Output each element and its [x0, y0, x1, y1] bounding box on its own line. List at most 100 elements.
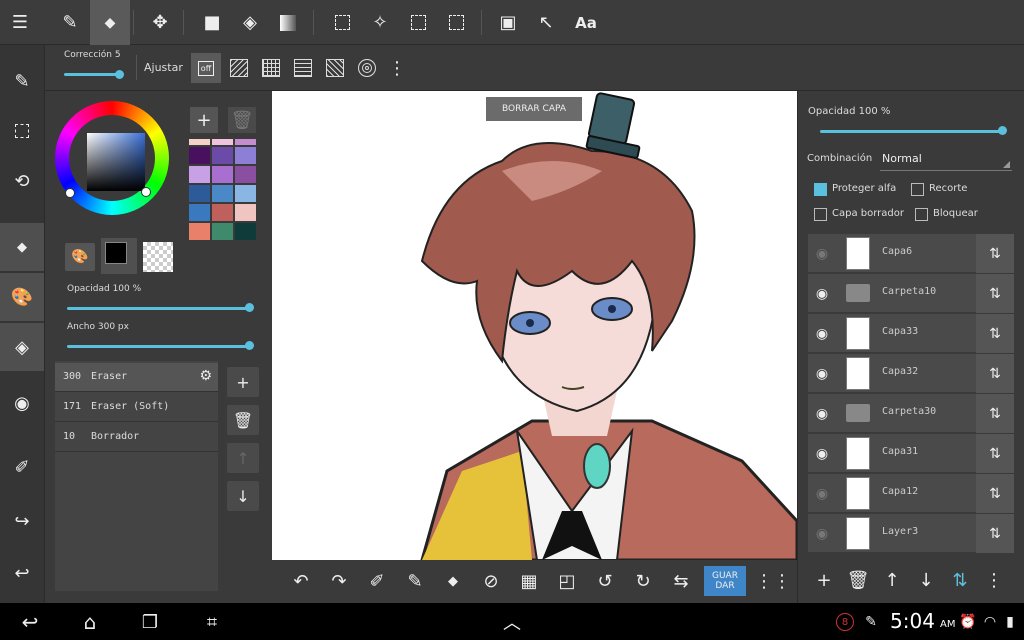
palette-swatch[interactable] [189, 139, 210, 145]
add-color-button[interactable]: + [190, 107, 218, 133]
flip-icon[interactable]: ⇆ [666, 566, 696, 596]
layer-move-icon[interactable]: ⇅ [976, 274, 1014, 313]
notification-badge[interactable]: 8 [836, 613, 854, 631]
layer-move-icon[interactable]: ⇅ [976, 234, 1014, 273]
eye-icon[interactable]: ◉ [808, 234, 836, 273]
material-panel-button[interactable]: ◉ [0, 379, 44, 427]
reorder-layers-button[interactable]: ⇅ [944, 565, 976, 595]
brush-panel-button[interactable]: ◆ [0, 223, 44, 271]
palette-swatch[interactable] [235, 139, 256, 145]
correction-slider-knob[interactable] [115, 70, 124, 79]
drawing-canvas[interactable]: BORRAR CAPA [272, 91, 797, 560]
undo-button[interactable]: ↩ [0, 549, 44, 597]
eye-icon[interactable]: ◉ [808, 474, 836, 513]
move-brush-up-button[interactable]: ↑ [227, 443, 259, 473]
pen-tool-button[interactable]: ✎ [50, 0, 90, 45]
layer-move-icon[interactable]: ⇅ [976, 514, 1014, 553]
layer-row[interactable]: ◉ Layer3 ⇅ [808, 514, 1014, 553]
palette-swatch[interactable] [189, 185, 210, 202]
protect-alpha-checkbox[interactable] [814, 183, 827, 196]
palette-swatch[interactable] [212, 139, 233, 145]
delete-brush-button[interactable]: 🗑 [227, 405, 259, 435]
bucket-tool-button[interactable]: ◈ [230, 0, 270, 45]
undo-icon[interactable]: ↶ [286, 566, 316, 596]
clipping-checkbox[interactable] [911, 183, 924, 196]
chevron-up-icon[interactable]: ︿ [492, 607, 532, 637]
magic-wand-tool-button[interactable]: ✧ [360, 0, 400, 45]
more-options-icon[interactable]: ⋮ [387, 53, 407, 83]
home-icon[interactable]: ⌂ [70, 607, 110, 637]
deselect-icon[interactable]: ⊘ [476, 566, 506, 596]
select-rect-tool-button[interactable] [322, 0, 362, 45]
eye-icon[interactable]: ◉ [808, 394, 836, 433]
pen-icon[interactable]: ✎ [400, 566, 430, 596]
saturation-square[interactable] [87, 133, 145, 191]
gradient-tool-button[interactable] [268, 0, 308, 45]
add-brush-button[interactable]: + [227, 367, 259, 397]
palette-swatch[interactable] [189, 166, 210, 183]
layer-adjust-tool-button[interactable]: ▣ [488, 0, 528, 45]
layer-move-icon[interactable]: ⇅ [976, 314, 1014, 353]
layer-row[interactable]: ◉ Capa12 ⇅ [808, 474, 1014, 513]
palette-swatch[interactable] [212, 223, 233, 240]
layer-row[interactable]: ◉ Capa33 ⇅ [808, 314, 1014, 353]
palette-swatch[interactable] [189, 147, 210, 164]
eye-icon[interactable]: ◉ [808, 514, 836, 553]
move-layer-down-button[interactable]: ↓ [910, 565, 942, 595]
layer-move-icon[interactable]: ⇅ [976, 354, 1014, 393]
layer-menu-button[interactable]: ⋮ [978, 565, 1010, 595]
invert-selection-icon[interactable]: ◰ [552, 566, 582, 596]
move-brush-down-button[interactable]: ↓ [227, 481, 259, 511]
eye-icon[interactable]: ◉ [808, 274, 836, 313]
palette-toggle-button[interactable]: 🎨 [65, 243, 95, 271]
palette-swatch[interactable] [235, 166, 256, 183]
palette-swatch[interactable] [189, 223, 210, 240]
delete-color-button[interactable]: 🗑 [228, 107, 256, 133]
pointer-tool-button[interactable]: ↖ [526, 0, 566, 45]
brush-width-knob[interactable] [245, 341, 254, 350]
snap-parallel-button[interactable] [225, 53, 253, 83]
layer-move-icon[interactable]: ⇅ [976, 394, 1014, 433]
eyedropper-button[interactable]: ✐ [0, 443, 44, 491]
select-all-icon[interactable]: ▦ [514, 566, 544, 596]
correction-slider[interactable] [64, 73, 120, 76]
grid-menu-icon[interactable]: ⋮⋮ [755, 566, 791, 596]
layer-opacity-knob[interactable] [998, 126, 1007, 135]
palette-swatch[interactable] [235, 204, 256, 221]
redo-icon[interactable]: ↷ [324, 566, 354, 596]
move-tool-button[interactable]: ✥ [140, 0, 180, 45]
sv-knob[interactable] [141, 187, 151, 197]
text-tool-button[interactable]: Aa [566, 0, 606, 45]
palette-swatch[interactable] [235, 147, 256, 164]
eye-icon[interactable]: ◉ [808, 354, 836, 393]
brush-row[interactable]: 171 Eraser (Soft) [55, 393, 218, 422]
snap-off-button[interactable]: off [191, 53, 221, 83]
redo-button[interactable]: ↪ [0, 497, 44, 545]
palette-swatch[interactable] [212, 147, 233, 164]
brush-opacity-knob[interactable] [245, 303, 254, 312]
transparent-color-button[interactable] [143, 242, 173, 272]
snap-radial-button[interactable] [321, 53, 349, 83]
color-panel-button[interactable]: 🎨 [0, 273, 44, 321]
gear-icon[interactable]: ⚙ [199, 368, 212, 384]
eye-icon[interactable]: ◉ [808, 434, 836, 473]
back-icon[interactable]: ↩ [10, 607, 50, 637]
palette-swatch[interactable] [212, 185, 233, 202]
add-layer-button[interactable]: + [808, 565, 840, 595]
hue-knob[interactable] [65, 188, 75, 198]
fill-rect-tool-button[interactable]: ■ [192, 0, 232, 45]
layer-row[interactable]: ◉ Capa6 ⇅ [808, 234, 1014, 273]
layer-move-icon[interactable]: ⇅ [976, 434, 1014, 473]
layer-row[interactable]: ◉ Carpeta30 ⇅ [808, 394, 1014, 433]
palette-swatch[interactable] [235, 185, 256, 202]
edit-canvas-button[interactable]: ✎ [0, 57, 44, 105]
eyedropper-icon[interactable]: ✐ [362, 566, 392, 596]
palette-swatch[interactable] [212, 166, 233, 183]
rotate-right-icon[interactable]: ↻ [628, 566, 658, 596]
blend-mode-select[interactable]: Normal [880, 149, 1012, 171]
snap-perspective-button[interactable] [289, 53, 317, 83]
layer-move-icon[interactable]: ⇅ [976, 474, 1014, 513]
delete-layer-button[interactable]: 🗑 [842, 565, 874, 595]
snap-grid-button[interactable] [257, 53, 285, 83]
palette-swatch[interactable] [189, 204, 210, 221]
